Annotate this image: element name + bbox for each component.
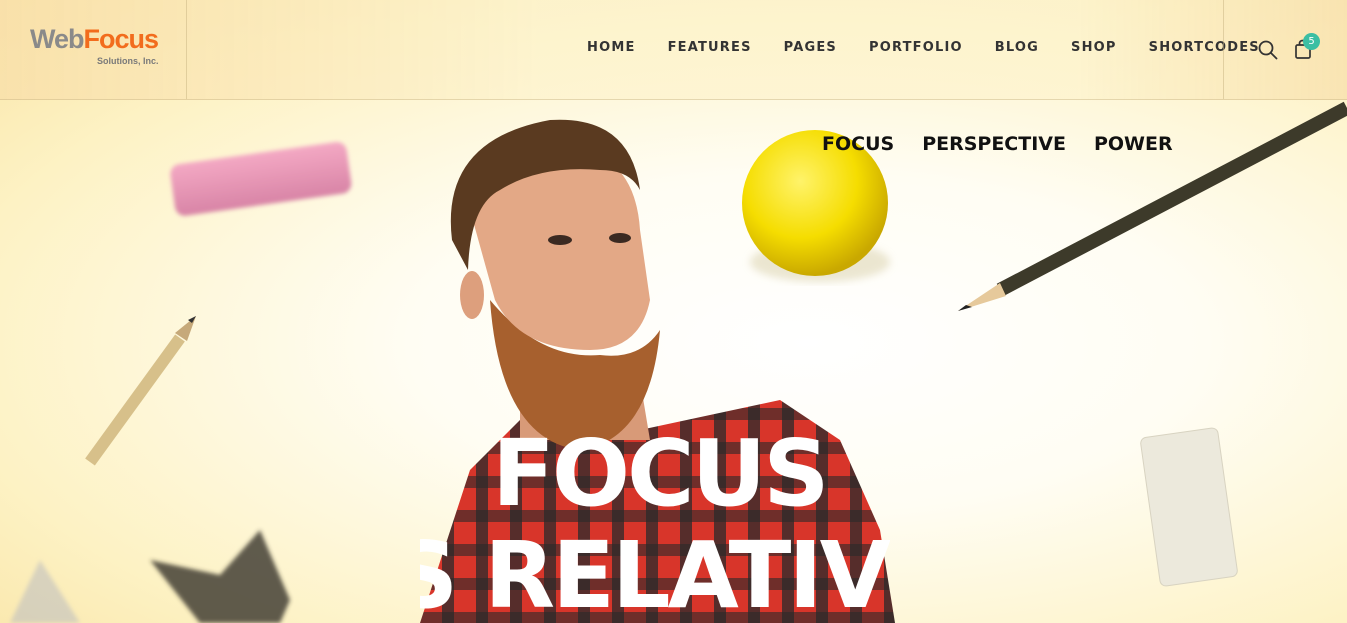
- hero-tab-focus[interactable]: FOCUS: [822, 133, 894, 155]
- hero-headline-line1: FOCUS: [492, 420, 830, 527]
- nav-item-pages[interactable]: PAGES: [784, 40, 837, 55]
- nav-item-blog[interactable]: BLOG: [995, 40, 1039, 55]
- wooden-pencil-decoration: [85, 316, 196, 466]
- hero-tab-power[interactable]: POWER: [1094, 133, 1173, 155]
- header-actions: 5: [1223, 0, 1347, 99]
- nav-item-shop[interactable]: SHOP: [1071, 40, 1117, 55]
- site-logo[interactable]: WebFocus: [30, 24, 160, 55]
- main-navigation: HOME FEATURES PAGES PORTFOLIO BLOG SHOP …: [587, 40, 1292, 55]
- logo-focus-text: Focus: [83, 24, 160, 54]
- hero-headline-line2: S RELATIV: [420, 525, 890, 623]
- site-header: WebFocus Solutions, Inc. HOME FEATURES P…: [0, 0, 1347, 100]
- nav-item-portfolio[interactable]: PORTFOLIO: [869, 40, 963, 55]
- white-eraser-decoration: [1140, 427, 1238, 587]
- search-icon[interactable]: [1258, 40, 1278, 60]
- hero-tab-perspective[interactable]: PERSPECTIVE: [922, 133, 1066, 155]
- hero-headline-line2-mask: S RELATIV: [420, 525, 890, 623]
- glasses-decoration: [10, 530, 290, 623]
- logo-tagline: Solutions, Inc.: [97, 56, 159, 66]
- logo-web-text: Web: [30, 24, 85, 54]
- pink-eraser-decoration: [170, 142, 352, 216]
- nav-item-features[interactable]: FEATURES: [668, 40, 752, 55]
- cart-count-badge: 5: [1303, 33, 1320, 50]
- nav-item-home[interactable]: HOME: [587, 40, 636, 55]
- hero-tabs: FOCUS PERSPECTIVE POWER: [822, 133, 1201, 155]
- logo-container: WebFocus Solutions, Inc.: [0, 0, 187, 99]
